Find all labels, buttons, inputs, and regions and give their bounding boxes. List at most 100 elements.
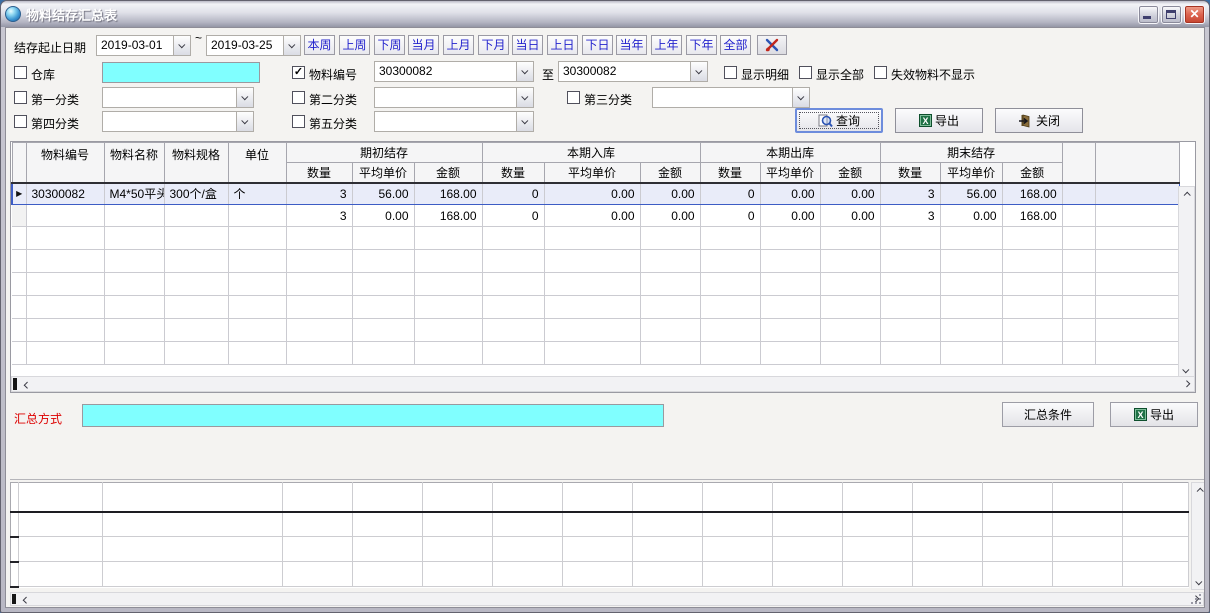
main-grid-vscrollbar[interactable]: [1178, 186, 1195, 378]
cat4-combo[interactable]: [102, 111, 254, 132]
grid-cell: [820, 273, 880, 296]
cat5-checkbox[interactable]: [292, 115, 305, 128]
cell-value[interactable]: 168.00: [1002, 183, 1062, 205]
scroll-up-icon[interactable]: [1192, 483, 1205, 497]
scroll-right-icon[interactable]: [1180, 377, 1194, 391]
close-form-button[interactable]: 关闭: [995, 108, 1083, 133]
quick-last-month-button[interactable]: 上月: [443, 35, 474, 55]
chevron-down-icon[interactable]: [792, 88, 809, 107]
export-button[interactable]: X 导出: [895, 108, 983, 133]
query-button[interactable]: 查询: [795, 108, 883, 133]
chevron-down-icon[interactable]: [236, 112, 253, 131]
chevron-down-icon[interactable]: [236, 88, 253, 107]
cell-value[interactable]: 0.00: [640, 183, 700, 205]
cat3-combo[interactable]: [652, 87, 810, 108]
scroll-left-icon[interactable]: [19, 377, 33, 391]
quick-prev-day-button[interactable]: 上日: [547, 35, 578, 55]
quick-this-month-button[interactable]: 当月: [408, 35, 439, 55]
quick-this-week-button[interactable]: 本周: [304, 35, 335, 55]
excel-icon: X: [919, 114, 932, 127]
chevron-down-icon[interactable]: [516, 88, 533, 107]
bottom-grid-vscrollbar[interactable]: [1191, 482, 1205, 590]
summary-method-input[interactable]: [82, 404, 664, 427]
chevron-down-icon[interactable]: [690, 62, 707, 81]
cell-value[interactable]: 168.00: [414, 183, 482, 205]
summary-condition-button[interactable]: 汇总条件: [1002, 402, 1094, 427]
cat3-checkbox[interactable]: [567, 91, 580, 104]
scroll-up-icon[interactable]: [1179, 187, 1193, 201]
minimize-button[interactable]: [1138, 5, 1159, 24]
cell-value[interactable]: 0.00: [820, 183, 880, 205]
scroll-left-icon[interactable]: [18, 592, 32, 606]
warehouse-checkbox[interactable]: [14, 66, 27, 79]
warehouse-input[interactable]: [102, 62, 260, 83]
table-total-row[interactable]: 3 0.00 168.00 0 0.00 0.00 0 0.00 0.00 3 …: [12, 205, 1180, 227]
chevron-down-icon[interactable]: [173, 36, 190, 55]
cell-value[interactable]: 56.00: [940, 183, 1002, 205]
cell-value[interactable]: 0.00: [760, 183, 820, 205]
cat1-checkbox[interactable]: [14, 91, 27, 104]
grid-cell: [760, 273, 820, 296]
cell-value[interactable]: 3: [286, 183, 352, 205]
material-from-combo[interactable]: 30300082: [374, 61, 534, 82]
cat2-checkbox[interactable]: [292, 91, 305, 104]
cat5-combo[interactable]: [374, 111, 534, 132]
summary-export-button[interactable]: X 导出: [1110, 402, 1198, 427]
quick-next-year-button[interactable]: 下年: [686, 35, 717, 55]
cell-spec[interactable]: 300个/盒: [164, 183, 228, 205]
titlebar[interactable]: 物料结存汇总表 ✕: [1, 1, 1209, 27]
resize-grip[interactable]: [1190, 593, 1203, 606]
quick-today-button[interactable]: 当日: [512, 35, 543, 55]
cell-value[interactable]: 0: [482, 183, 544, 205]
scroll-down-icon[interactable]: [1192, 575, 1205, 589]
chevron-down-icon[interactable]: [283, 36, 300, 55]
chevron-down-icon[interactable]: [516, 112, 533, 131]
quick-next-month-button[interactable]: 下月: [478, 35, 509, 55]
show-detail-checkbox[interactable]: [724, 66, 737, 79]
total-value: 168.00: [1002, 205, 1062, 227]
quick-next-day-button[interactable]: 下日: [582, 35, 613, 55]
tools-button[interactable]: [757, 35, 787, 55]
close-button[interactable]: ✕: [1184, 5, 1205, 24]
date-from-combo[interactable]: 2019-03-01: [96, 35, 191, 56]
main-grid-hscrollbar[interactable]: [11, 376, 1195, 392]
cell-unit[interactable]: 个: [228, 183, 286, 205]
minimize-icon: [1143, 16, 1151, 19]
quick-this-year-button[interactable]: 当年: [616, 35, 647, 55]
chevron-down-icon[interactable]: [516, 62, 533, 81]
splitter-handle[interactable]: [13, 378, 17, 390]
cell-value[interactable]: 3: [880, 183, 940, 205]
cell-value[interactable]: 56.00: [352, 183, 414, 205]
quick-last-week-button[interactable]: 上周: [339, 35, 370, 55]
hide-invalid-checkbox[interactable]: [874, 66, 887, 79]
cell-value[interactable]: 0.00: [544, 183, 640, 205]
grid-cell: [544, 319, 640, 342]
cat4-checkbox[interactable]: [14, 115, 27, 128]
material-to-combo[interactable]: 30300082: [558, 61, 708, 82]
show-all-checkbox[interactable]: [799, 66, 812, 79]
quick-last-year-button[interactable]: 上年: [651, 35, 682, 55]
material-no-checkbox[interactable]: ✓: [292, 66, 305, 79]
grid-cell: [482, 250, 544, 273]
grid-cell: [1095, 227, 1179, 250]
empty-row: [11, 562, 1189, 587]
grid-cell: [104, 319, 164, 342]
bottom-grid-hscrollbar[interactable]: [10, 592, 1204, 606]
empty-row: [12, 342, 1180, 365]
grid-cell: [773, 562, 843, 587]
date-to-combo[interactable]: 2019-03-25: [206, 35, 301, 56]
table-row-selected[interactable]: ▶ 30300082 M4*50平头自 300个/盒 个 3 56.00 168…: [12, 183, 1180, 205]
total-value: 0: [700, 205, 760, 227]
quick-all-button[interactable]: 全部: [720, 35, 751, 55]
grid-cell: [352, 319, 414, 342]
maximize-button[interactable]: [1161, 5, 1182, 24]
grid-cell: [563, 512, 633, 537]
cell-code[interactable]: 30300082: [26, 183, 104, 205]
cell-name[interactable]: M4*50平头自: [104, 183, 164, 205]
cell-value[interactable]: 0: [700, 183, 760, 205]
cat1-combo[interactable]: [102, 87, 254, 108]
cat2-combo[interactable]: [374, 87, 534, 108]
quick-next-week-button[interactable]: 下周: [374, 35, 405, 55]
splitter-handle[interactable]: [12, 594, 16, 604]
scroll-down-icon[interactable]: [1179, 363, 1193, 377]
